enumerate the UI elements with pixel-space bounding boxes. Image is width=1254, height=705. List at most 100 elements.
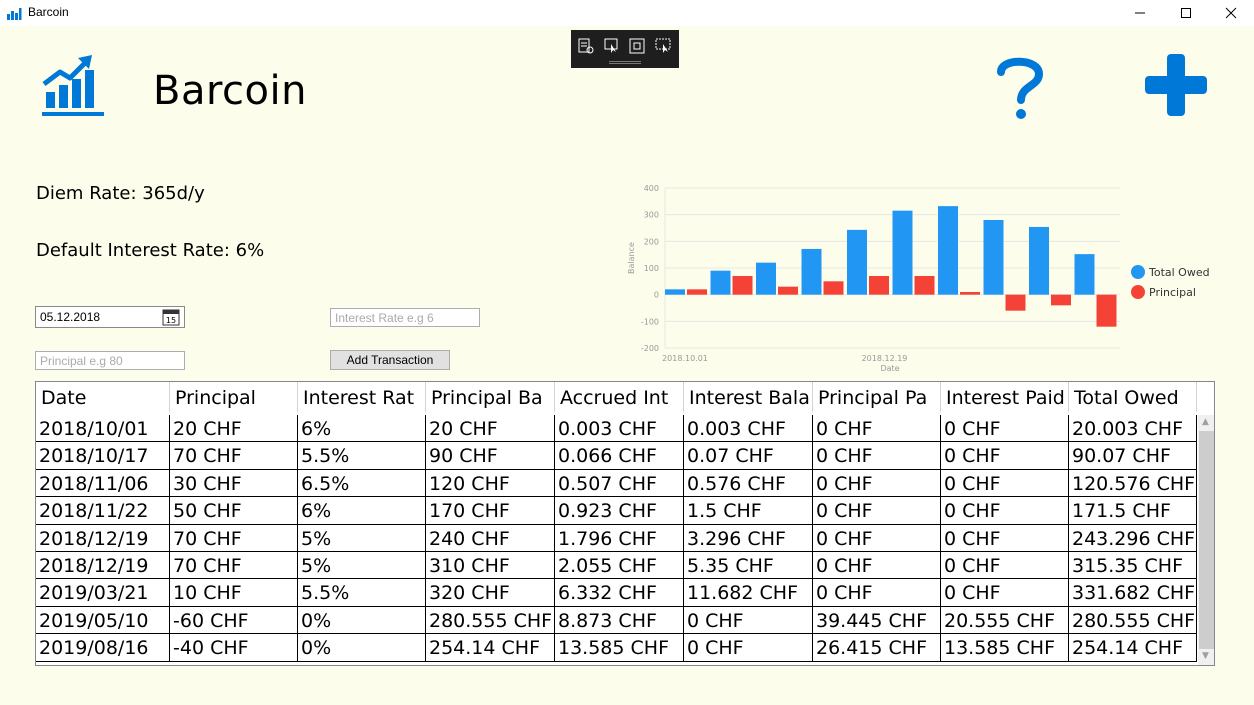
table-cell[interactable]: 2018/11/06 <box>36 469 170 497</box>
table-cell[interactable]: 2018/11/22 <box>36 497 170 524</box>
table-cell[interactable]: 2018/12/19 <box>36 551 170 579</box>
table-cell[interactable]: 11.682 CHF <box>684 579 813 606</box>
toolbar-grip[interactable] <box>609 61 641 64</box>
scroll-thumb[interactable] <box>1199 431 1214 649</box>
table-cell[interactable]: 0 CHF <box>941 551 1069 579</box>
add-transaction-button[interactable]: Add Transaction <box>330 350 450 370</box>
column-header[interactable]: Principal Ba <box>426 382 555 412</box>
table-cell[interactable]: 0 CHF <box>941 579 1069 606</box>
table-cell[interactable]: 26.415 CHF <box>813 634 941 661</box>
table-cell[interactable]: 2.055 CHF <box>555 551 684 579</box>
table-cell[interactable]: 2018/10/01 <box>36 415 170 442</box>
table-row[interactable]: 2019/08/16 -40 CHF 0% 254.14 CHF 13.585 CHF 0… <box>36 634 1197 662</box>
maximize-button[interactable] <box>1163 0 1209 26</box>
table-cell[interactable]: 331.682 CHF <box>1069 579 1197 606</box>
table-cell[interactable]: 0 CHF <box>941 524 1069 551</box>
table-row[interactable]: 2019/05/10 -60 CHF 0% 280.555 CHF 8.873 CHF 0… <box>36 606 1197 635</box>
column-header[interactable]: Interest Paid <box>941 382 1069 412</box>
select-element-icon[interactable] <box>603 37 621 55</box>
table-cell[interactable]: 5.5% <box>298 579 426 606</box>
vertical-scrollbar[interactable]: ▲ ▼ <box>1198 415 1214 665</box>
table-cell[interactable]: 0 CHF <box>813 469 941 497</box>
table-row[interactable]: 2018/10/17 70 CHF 5.5% 90 CHF 0.066 CHF 0.07 … <box>36 442 1197 470</box>
table-cell[interactable]: 254.14 CHF <box>426 634 555 661</box>
column-header[interactable]: Principal Pa <box>813 382 941 412</box>
table-cell[interactable]: 6% <box>298 497 426 524</box>
table-cell[interactable]: 240 CHF <box>426 524 555 551</box>
table-cell[interactable]: 20 CHF <box>426 415 555 442</box>
table-cell[interactable]: 90 CHF <box>426 442 555 469</box>
scroll-up-icon[interactable]: ▲ <box>1202 417 1209 427</box>
table-row[interactable]: 2018/12/19 70 CHF 5% 310 CHF 2.055 CHF 5.35 C… <box>36 551 1197 580</box>
table-cell[interactable]: 2018/12/19 <box>36 524 170 551</box>
minimize-button[interactable] <box>1117 0 1163 26</box>
table-cell[interactable]: 90.07 CHF <box>1069 442 1197 469</box>
table-cell[interactable]: 254.14 CHF <box>1069 634 1197 661</box>
table-cell[interactable]: 280.555 CHF <box>1069 606 1197 634</box>
add-button[interactable] <box>1143 52 1209 118</box>
table-cell[interactable]: 10 CHF <box>170 579 298 606</box>
transactions-table[interactable]: Date Principal Interest Rat Principal Ba Acc… <box>35 381 1215 666</box>
table-cell[interactable]: 3.296 CHF <box>684 524 813 551</box>
live-tree-icon[interactable] <box>577 37 595 55</box>
column-header[interactable]: Interest Bala <box>684 382 813 412</box>
display-adorners-icon[interactable] <box>628 37 646 55</box>
table-cell[interactable]: 0.923 CHF <box>555 497 684 524</box>
column-header[interactable]: Principal <box>170 382 298 412</box>
calendar-icon[interactable]: 15 <box>162 308 180 326</box>
table-cell[interactable]: 310 CHF <box>426 551 555 579</box>
table-row[interactable]: 2019/03/21 10 CHF 5.5% 320 CHF 6.332 CHF 11.6… <box>36 579 1197 607</box>
column-header[interactable]: Interest Rat <box>298 382 426 412</box>
table-cell[interactable]: 5.5% <box>298 442 426 469</box>
table-cell[interactable]: 20.003 CHF <box>1069 415 1197 442</box>
table-cell[interactable]: 5.35 CHF <box>684 551 813 579</box>
date-picker[interactable]: 05.12.2018 15 <box>35 306 185 328</box>
table-cell[interactable]: 13.585 CHF <box>555 634 684 661</box>
table-cell[interactable]: 70 CHF <box>170 551 298 579</box>
table-cell[interactable]: 2018/10/17 <box>36 442 170 469</box>
table-cell[interactable]: 0 CHF <box>941 442 1069 469</box>
table-row[interactable]: 2018/12/19 70 CHF 5% 240 CHF 1.796 CHF 3.296 … <box>36 524 1197 552</box>
table-cell[interactable]: 120.576 CHF <box>1069 469 1197 497</box>
table-row[interactable]: 2018/11/06 30 CHF 6.5% 120 CHF 0.507 CHF 0.57… <box>36 469 1197 498</box>
table-cell[interactable]: 70 CHF <box>170 442 298 469</box>
table-cell[interactable]: 0 CHF <box>813 415 941 442</box>
table-cell[interactable]: 13.585 CHF <box>941 634 1069 661</box>
table-cell[interactable]: 39.445 CHF <box>813 606 941 634</box>
table-cell[interactable]: 243.296 CHF <box>1069 524 1197 551</box>
table-cell[interactable]: 280.555 CHF <box>426 606 555 634</box>
table-cell[interactable]: 0 CHF <box>941 415 1069 442</box>
table-cell[interactable]: 0.507 CHF <box>555 469 684 497</box>
interest-rate-input[interactable] <box>330 308 480 327</box>
table-row[interactable]: 2018/11/22 50 CHF 6% 170 CHF 0.923 CHF 1.5 CH… <box>36 497 1197 525</box>
table-cell[interactable]: 6.5% <box>298 469 426 497</box>
track-focus-icon[interactable] <box>654 37 672 55</box>
table-cell[interactable]: 171.5 CHF <box>1069 497 1197 524</box>
table-cell[interactable]: 2019/05/10 <box>36 606 170 634</box>
table-cell[interactable]: 2019/03/21 <box>36 579 170 606</box>
table-cell[interactable]: 20 CHF <box>170 415 298 442</box>
table-cell[interactable]: -60 CHF <box>170 606 298 634</box>
table-cell[interactable]: 0.003 CHF <box>684 415 813 442</box>
close-button[interactable] <box>1208 0 1254 26</box>
table-cell[interactable]: 0 CHF <box>684 634 813 661</box>
table-cell[interactable]: 70 CHF <box>170 524 298 551</box>
table-cell[interactable]: 5% <box>298 524 426 551</box>
table-cell[interactable]: 6% <box>298 415 426 442</box>
table-cell[interactable]: 0.066 CHF <box>555 442 684 469</box>
table-cell[interactable]: 0.003 CHF <box>555 415 684 442</box>
table-cell[interactable]: 315.35 CHF <box>1069 551 1197 579</box>
table-cell[interactable]: 1.796 CHF <box>555 524 684 551</box>
help-button[interactable] <box>990 52 1050 122</box>
table-cell[interactable]: 0 CHF <box>813 579 941 606</box>
table-cell[interactable]: 30 CHF <box>170 469 298 497</box>
table-cell[interactable]: 1.5 CHF <box>684 497 813 524</box>
table-cell[interactable]: 20.555 CHF <box>941 606 1069 634</box>
table-cell[interactable]: 0 CHF <box>813 551 941 579</box>
table-cell[interactable]: 0 CHF <box>684 606 813 634</box>
table-cell[interactable]: 0.576 CHF <box>684 469 813 497</box>
table-cell[interactable]: -40 CHF <box>170 634 298 661</box>
table-cell[interactable]: 0 CHF <box>813 497 941 524</box>
table-cell[interactable]: 170 CHF <box>426 497 555 524</box>
table-cell[interactable]: 320 CHF <box>426 579 555 606</box>
